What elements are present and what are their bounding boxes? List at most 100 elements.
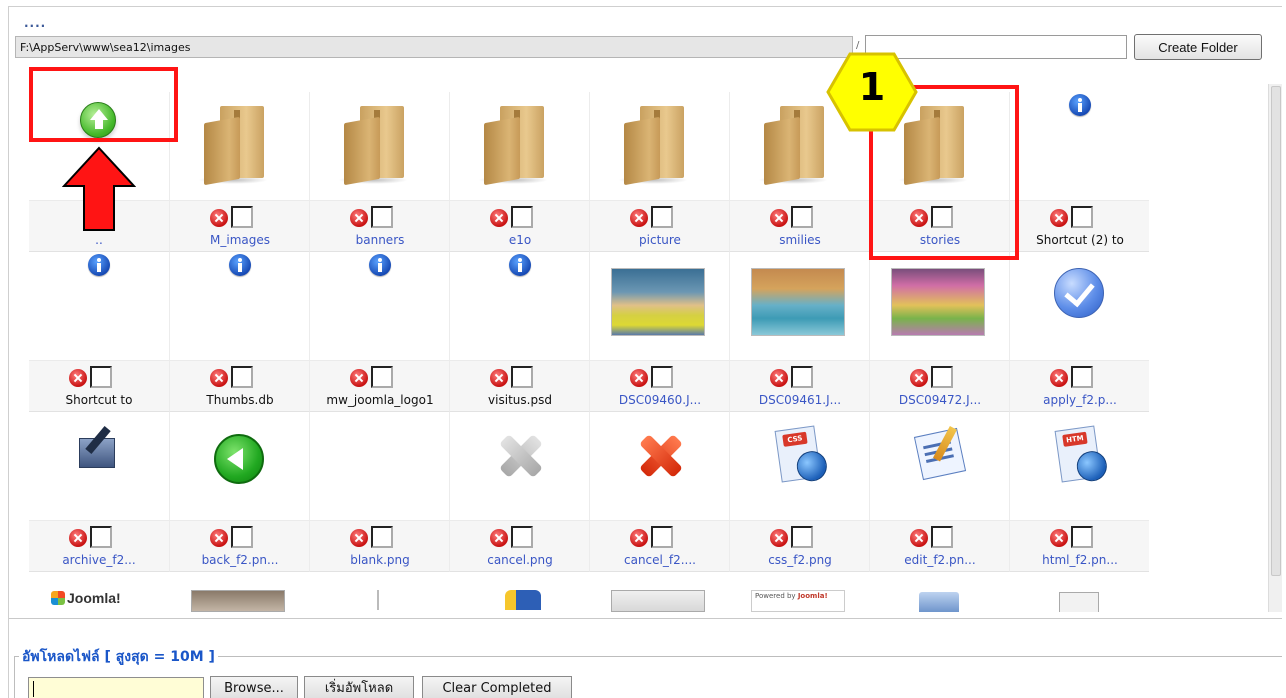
delete-icon[interactable] xyxy=(69,529,87,547)
file-name-label[interactable]: picture xyxy=(590,233,730,247)
css-document-icon[interactable]: CSS xyxy=(774,425,829,484)
delete-icon[interactable] xyxy=(1050,529,1068,547)
start-upload-button[interactable]: เริ่มอัพโหลด xyxy=(304,676,414,698)
select-checkbox[interactable] xyxy=(931,526,953,548)
delete-icon[interactable] xyxy=(1050,209,1068,227)
apply-check-icon[interactable] xyxy=(1054,268,1104,318)
info-icon[interactable] xyxy=(229,254,251,276)
delete-icon[interactable] xyxy=(350,369,368,387)
select-checkbox[interactable] xyxy=(1071,366,1093,388)
folder-icon[interactable] xyxy=(618,106,694,186)
select-checkbox[interactable] xyxy=(791,206,813,228)
star-folder-icon[interactable] xyxy=(505,590,541,610)
folder-icon[interactable] xyxy=(758,106,834,186)
archive-icon[interactable] xyxy=(79,438,115,468)
cancel-grey-x-icon[interactable] xyxy=(496,432,544,480)
select-checkbox[interactable] xyxy=(511,206,533,228)
info-icon[interactable] xyxy=(1069,94,1091,116)
file-name-label[interactable]: back_f2.pn... xyxy=(170,553,310,567)
photo-thumbnail[interactable] xyxy=(751,268,845,336)
clear-completed-button[interactable]: Clear Completed xyxy=(422,676,572,698)
delete-icon[interactable] xyxy=(770,209,788,227)
grid-item-image[interactable] xyxy=(869,590,1009,612)
document-icon[interactable] xyxy=(1059,592,1099,612)
create-folder-button[interactable]: Create Folder xyxy=(1134,34,1262,60)
file-name-label[interactable]: blank.png xyxy=(310,553,450,567)
select-checkbox[interactable] xyxy=(651,366,673,388)
delete-icon[interactable] xyxy=(350,529,368,547)
select-checkbox[interactable] xyxy=(371,526,393,548)
delete-icon[interactable] xyxy=(210,529,228,547)
powered-by-joomla-badge[interactable]: Powered by Joomla! xyxy=(751,590,845,612)
select-checkbox[interactable] xyxy=(371,206,393,228)
select-checkbox[interactable] xyxy=(931,366,953,388)
delete-icon[interactable] xyxy=(630,529,648,547)
select-checkbox[interactable] xyxy=(511,526,533,548)
cancel-red-x-icon[interactable] xyxy=(636,432,684,480)
browse-button[interactable]: Browse... xyxy=(210,676,298,698)
delete-icon[interactable] xyxy=(210,369,228,387)
select-checkbox[interactable] xyxy=(511,366,533,388)
delete-icon[interactable] xyxy=(770,369,788,387)
select-checkbox[interactable] xyxy=(231,526,253,548)
file-name-label[interactable]: css_f2.png xyxy=(730,553,870,567)
select-checkbox[interactable] xyxy=(651,526,673,548)
delete-icon[interactable] xyxy=(1050,369,1068,387)
edit-document-icon[interactable] xyxy=(913,427,967,481)
delete-icon[interactable] xyxy=(490,209,508,227)
photo-thumbnail[interactable] xyxy=(891,268,985,336)
info-icon[interactable] xyxy=(509,254,531,276)
grid-item-image[interactable] xyxy=(589,590,729,612)
delete-icon[interactable] xyxy=(630,209,648,227)
select-checkbox[interactable] xyxy=(90,366,112,388)
delete-icon[interactable] xyxy=(630,369,648,387)
folder-icon[interactable] xyxy=(478,106,554,186)
file-name-label[interactable]: html_f2.pn... xyxy=(1010,553,1150,567)
delete-icon[interactable] xyxy=(770,529,788,547)
grid-item-image[interactable]: Powered by Joomla! xyxy=(729,590,869,612)
photo-thumbnail[interactable] xyxy=(611,268,705,336)
folder-icon[interactable] xyxy=(198,106,274,186)
delete-icon[interactable] xyxy=(350,209,368,227)
grid-item-image[interactable] xyxy=(1009,590,1149,612)
scrollbar-thumb[interactable] xyxy=(1271,86,1281,576)
select-checkbox[interactable] xyxy=(1071,206,1093,228)
select-checkbox[interactable] xyxy=(1071,526,1093,548)
delete-icon[interactable] xyxy=(69,369,87,387)
file-name-label[interactable]: M_images xyxy=(170,233,310,247)
select-checkbox[interactable] xyxy=(90,526,112,548)
select-checkbox[interactable] xyxy=(651,206,673,228)
grid-item-image[interactable]: Joomla! xyxy=(29,582,169,612)
select-checkbox[interactable] xyxy=(231,366,253,388)
folder-icon[interactable] xyxy=(338,106,414,186)
current-path-field[interactable] xyxy=(15,36,853,58)
file-name-label[interactable]: DSC09460.J... xyxy=(590,393,730,407)
grid-item-image[interactable] xyxy=(449,590,589,612)
file-name-label[interactable]: apply_f2.p... xyxy=(1010,393,1150,407)
delete-icon[interactable] xyxy=(910,369,928,387)
file-name-label[interactable]: smilies xyxy=(730,233,870,247)
file-name-label[interactable]: DSC09472.J... xyxy=(870,393,1010,407)
delete-icon[interactable] xyxy=(910,529,928,547)
info-icon[interactable] xyxy=(88,254,110,276)
grid-item-image[interactable] xyxy=(309,590,449,612)
file-name-label[interactable]: DSC09461.J... xyxy=(730,393,870,407)
file-name-label[interactable]: e1o xyxy=(450,233,590,247)
select-checkbox[interactable] xyxy=(371,366,393,388)
file-name-label[interactable]: .. xyxy=(29,233,169,247)
file-name-label[interactable]: archive_f2... xyxy=(29,553,169,567)
html-document-icon[interactable]: HTM xyxy=(1054,425,1109,484)
file-name-label[interactable]: banners xyxy=(310,233,450,247)
photo-thumbnail[interactable] xyxy=(611,590,705,612)
blue-folder-icon[interactable] xyxy=(919,592,959,612)
select-checkbox[interactable] xyxy=(791,526,813,548)
photo-thumbnail[interactable] xyxy=(191,590,285,612)
file-name-label[interactable]: cancel.png xyxy=(450,553,590,567)
back-arrow-icon[interactable] xyxy=(214,434,264,484)
delete-icon[interactable] xyxy=(490,529,508,547)
select-checkbox[interactable] xyxy=(791,366,813,388)
delete-icon[interactable] xyxy=(490,369,508,387)
file-name-label[interactable]: cancel_f2.... xyxy=(590,553,730,567)
info-icon[interactable] xyxy=(369,254,391,276)
file-name-label[interactable]: edit_f2.pn... xyxy=(870,553,1010,567)
